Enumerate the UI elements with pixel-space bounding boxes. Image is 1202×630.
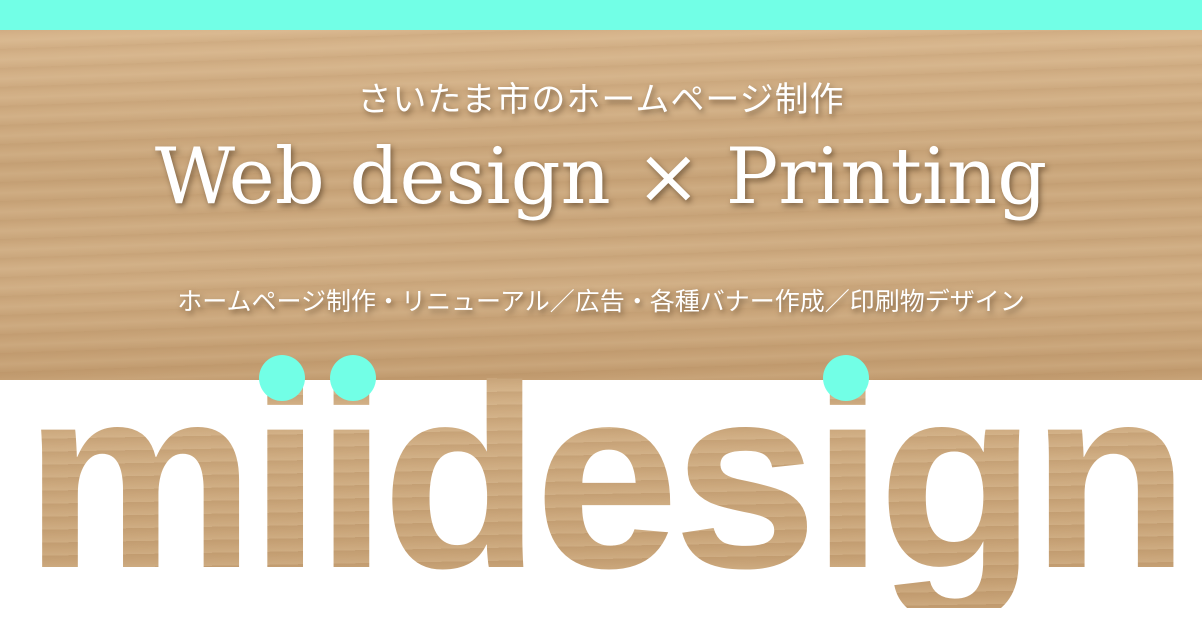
logo-dot-i3	[823, 355, 869, 401]
top-accent-bar	[0, 0, 1202, 30]
headline: Web design × Printing	[154, 132, 1048, 222]
logo-dot-i1	[259, 355, 305, 401]
services-list: ホームページ制作・リニューアル／広告・各種バナー作成／印刷物デザイン	[177, 287, 1025, 316]
miidesign-logo: miidesign	[24, 333, 1184, 623]
logo-dot-i2	[330, 355, 376, 401]
location-tagline: さいたま市のホームページ制作	[357, 80, 845, 120]
